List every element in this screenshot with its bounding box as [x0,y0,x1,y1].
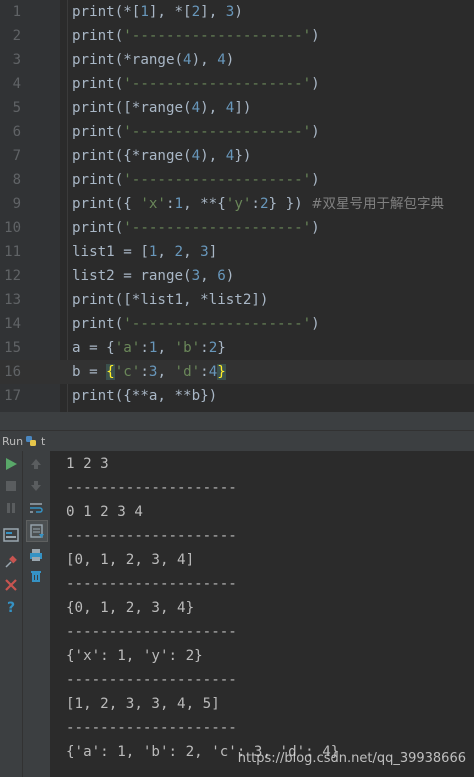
code-text[interactable]: print('--------------------') [72,72,320,96]
line-number: 13 [4,292,21,308]
code-line[interactable]: 7 print({*range(4), 4}) [0,144,474,168]
svg-text:?: ? [7,600,15,615]
console-line: -------------------- [66,720,237,736]
console-line: -------------------- [66,672,237,688]
code-text[interactable]: print('--------------------') [72,24,320,48]
console-line: -------------------- [66,576,237,592]
scroll-up-icon[interactable] [28,456,44,472]
line-number: 14 [4,316,21,332]
run-toolbar-secondary [23,451,51,777]
line-number: 4 [12,76,21,92]
code-text[interactable]: print('--------------------') [72,168,320,192]
matched-brace: } [217,364,226,380]
code-line-current[interactable]: 16 b = {'c':3, 'd':4} [0,360,474,384]
code-text[interactable]: print([*list1, *list2]) [72,288,268,312]
code-text[interactable]: b = {'c':3, 'd':4} [72,360,226,384]
line-number: 11 [4,244,21,260]
line-number: 9 [12,196,21,212]
console-line: [0, 1, 2, 3, 4] [66,552,195,568]
console-line: -------------------- [66,480,237,496]
code-line[interactable]: 6 print('--------------------') [0,120,474,144]
console-line: {0, 1, 2, 3, 4} [66,600,195,616]
console-line: -------------------- [66,624,237,640]
line-number: 10 [4,220,21,236]
python-icon [25,435,37,447]
console-line: 0 1 2 3 4 [66,504,143,520]
code-line[interactable]: 2 print('--------------------') [0,24,474,48]
layout-icon[interactable] [3,527,19,543]
run-toolbar-primary: ? [0,451,23,777]
watermark-text: https://blog.csdn.net/qq_39938666 [237,751,466,766]
code-line[interactable]: 10 print('--------------------') [0,216,474,240]
run-config-tab[interactable]: t [41,435,45,448]
code-line[interactable]: 13 print([*list1, *list2]) [0,288,474,312]
pin-icon[interactable] [3,554,19,570]
scroll-down-icon[interactable] [28,478,44,494]
print-icon[interactable] [28,547,44,563]
line-number: 12 [4,268,21,284]
code-line[interactable]: 8 print('--------------------') [0,168,474,192]
scroll-to-end-icon[interactable] [26,520,48,542]
line-number: 5 [12,100,21,116]
code-text[interactable]: print({*range(4), 4}) [72,144,251,168]
code-text[interactable]: list2 = range(3, 6) [72,264,234,288]
code-text[interactable]: print('--------------------') [72,120,320,144]
line-number: 2 [12,28,21,44]
code-line[interactable]: 5 print([*range(4), 4]) [0,96,474,120]
console-line: [1, 2, 3, 3, 4, 5] [66,696,220,712]
code-line[interactable]: 11 list1 = [1, 2, 3] [0,240,474,264]
code-text[interactable]: print({**a, **b}) [72,384,217,408]
line-number: 8 [12,172,21,188]
code-text[interactable]: print('--------------------') [72,312,320,336]
code-text[interactable]: print(*[1], *[2], 3) [72,0,243,24]
trash-icon[interactable] [28,568,44,584]
console-line: {'x': 1, 'y': 2} [66,648,203,664]
console-line: -------------------- [66,528,237,544]
code-line[interactable]: 17 print({**a, **b}) [0,384,474,408]
line-number: 1 [12,4,21,20]
console-output[interactable]: 1 2 3 -------------------- 0 1 2 3 4 ---… [51,451,474,777]
code-line[interactable]: 4 print('--------------------') [0,72,474,96]
run-tool-window-header: Run t [0,430,474,451]
code-text[interactable]: print([*range(4), 4]) [72,96,251,120]
line-number: 3 [12,52,21,68]
code-line[interactable]: 15 a = {'a':1, 'b':2} [0,336,474,360]
matched-brace: { [106,364,115,380]
help-icon[interactable]: ? [3,599,19,615]
code-line[interactable]: 3 print(*range(4), 4) [0,48,474,72]
console-line: 1 2 3 [66,456,109,472]
line-number: 17 [4,388,21,404]
run-icon[interactable] [3,456,19,472]
stop-icon[interactable] [3,478,19,494]
code-text[interactable]: print('--------------------') [72,216,320,240]
line-number: 7 [12,148,21,164]
soft-wrap-icon[interactable] [28,500,44,516]
line-number: 6 [12,124,21,140]
close-icon[interactable] [3,577,19,593]
code-text[interactable]: list1 = [1, 2, 3] [72,240,217,264]
code-line[interactable]: 12 list2 = range(3, 6) [0,264,474,288]
code-line[interactable]: 1 print(*[1], *[2], 3) [0,0,474,24]
code-text[interactable]: a = {'a':1, 'b':2} [72,336,226,360]
code-text[interactable]: print({ 'x':1, **{'y':2} }) #双星号用于解包字典 [72,192,444,216]
line-number: 15 [4,340,21,356]
code-text[interactable]: print(*range(4), 4) [72,48,234,72]
run-title: Run [2,435,24,448]
pause-icon[interactable] [3,500,19,516]
line-number: 16 [4,364,21,380]
code-editor[interactable]: 1 print(*[1], *[2], 3) 2 print('--------… [0,0,474,412]
code-line[interactable]: 9 print({ 'x':1, **{'y':2} }) #双星号用于解包字典 [0,192,474,216]
code-comment: #双星号用于解包字典 [311,196,445,212]
panel-splitter[interactable] [0,412,474,430]
code-line[interactable]: 14 print('--------------------') [0,312,474,336]
